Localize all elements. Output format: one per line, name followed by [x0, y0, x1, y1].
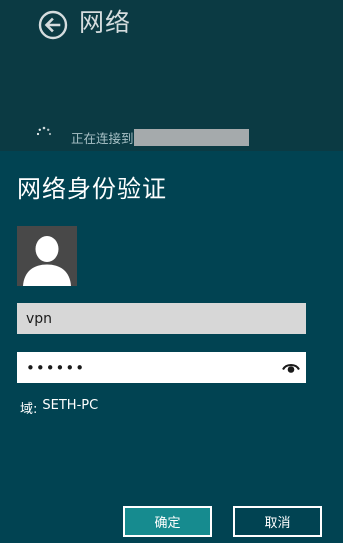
loading-spinner-icon — [36, 126, 52, 142]
avatar — [17, 226, 77, 286]
back-arrow-circle-icon — [38, 10, 68, 40]
redacted-network-name — [133, 128, 249, 146]
eye-icon — [282, 364, 300, 373]
network-pane: 网络 正在连接到 — [0, 0, 343, 151]
user-silhouette-icon — [23, 236, 71, 286]
domain-label: 域: — [20, 402, 38, 417]
password-field[interactable] — [17, 352, 272, 383]
cancel-button[interactable]: 取消 — [233, 506, 322, 537]
connection-status: 正在连接到 — [71, 127, 249, 147]
pane-title: 网络 — [79, 8, 132, 37]
password-box[interactable] — [17, 352, 306, 383]
domain-value: SETH-PC — [42, 398, 99, 413]
reveal-password-button[interactable] — [281, 359, 301, 375]
network-authentication-dialog: 网络身份验证 域: SETH-PC 确定 取消 — [0, 151, 343, 543]
dialog-title: 网络身份验证 — [17, 175, 167, 203]
username-field[interactable] — [17, 303, 306, 334]
back-button[interactable] — [38, 10, 68, 40]
domain-info: 域: SETH-PC — [20, 398, 98, 417]
connection-status-text: 正在连接到 — [71, 130, 134, 146]
ok-button[interactable]: 确定 — [123, 506, 212, 537]
